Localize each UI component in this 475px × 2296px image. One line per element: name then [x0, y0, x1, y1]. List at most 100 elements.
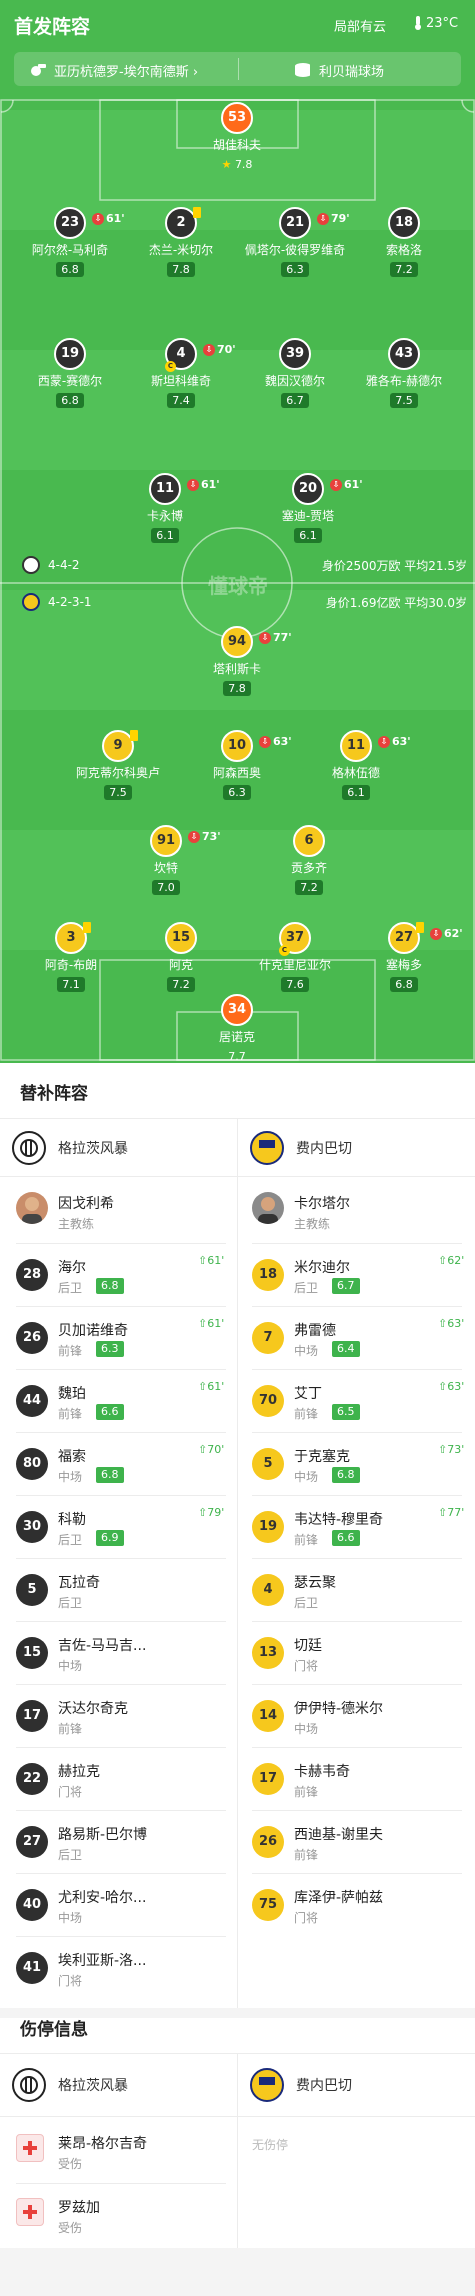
referee-link[interactable]: 亚历杭德罗-埃尔南德斯 ›: [54, 61, 198, 80]
home-sub-row[interactable]: 80 福索 中场 6.8 ⇧70': [16, 1433, 226, 1496]
away-sub-row[interactable]: 14 伊伊特-德米尔 中场: [252, 1685, 462, 1748]
home-player[interactable]: 19 西蒙-赛德尔 6.8: [15, 338, 125, 408]
away-player[interactable]: 6 贡多齐 7.2: [254, 825, 364, 895]
sub-number: 19: [252, 1511, 284, 1543]
away-player-gk[interactable]: 34 居诺克 7.7: [182, 994, 292, 1063]
divider: [238, 58, 239, 80]
home-player[interactable]: 18 索格洛 7.2: [349, 207, 459, 277]
away-sub-row[interactable]: 5 于克塞克 中场 6.8 ⇧73': [252, 1433, 464, 1496]
team-name: 费内巴切: [296, 2078, 352, 2094]
home-player[interactable]: 20 ⇩ 61' 塞迪-贾塔 6.1: [253, 473, 363, 543]
away-sub-row[interactable]: 19 韦达特-穆里奇 前锋 6.6 ⇧77': [252, 1496, 465, 1559]
divider: [16, 1495, 226, 1496]
away-sub-row[interactable]: 70 艾丁 前锋 6.5 ⇧63': [252, 1370, 464, 1433]
home-player[interactable]: 43 雅各布-赫德尔 7.5: [349, 338, 459, 408]
sub-event: ⇩ 79': [317, 205, 350, 233]
divider: [237, 2053, 238, 2248]
away-sub-row[interactable]: 13 切廷 门将: [252, 1622, 462, 1685]
sub-position: 前锋: [294, 1785, 319, 1799]
bottom-gap: [0, 2248, 475, 2296]
away-player[interactable]: 10 ⇩ 63' 阿森西奥 6.3: [182, 730, 292, 800]
away-player[interactable]: 91 ⇩ 73' 坎特 7.0: [111, 825, 221, 895]
away-player[interactable]: 94 ⇩ 77' 塔利斯卡 7.8: [182, 626, 292, 696]
player-rating: 6.7: [281, 393, 309, 408]
subs-home-team: 格拉茨风暴: [12, 1131, 128, 1165]
home-player[interactable]: 2 杰兰-米切尔 7.8: [126, 207, 236, 277]
home-sub-row[interactable]: 27 路易斯-巴尔博 后卫: [16, 1811, 226, 1874]
sub-event: ⇩ 73': [188, 823, 221, 851]
divider: [0, 2116, 475, 2117]
sub-position: 中场: [294, 1344, 319, 1358]
home-sub-row[interactable]: 15 吉佐-马马吉... 中场: [16, 1622, 226, 1685]
away-team-logo-icon: [250, 2068, 284, 2102]
sub-name: 埃利亚斯-洛...: [58, 1953, 147, 1969]
home-formation-row: 4-4-2: [22, 556, 80, 574]
home-sub-row[interactable]: 22 赫拉克 门将: [16, 1748, 226, 1811]
home-sub-row[interactable]: 26 贝加诺维奇 前锋 6.3 ⇧61': [16, 1307, 226, 1370]
sub-event: ⇩ 70': [203, 336, 236, 364]
player-rating: 7.2: [390, 262, 418, 277]
player-rating: 7.1: [57, 977, 85, 992]
crest-icon: [259, 1140, 275, 1156]
stripes-icon: [20, 2076, 38, 2094]
home-sub-row[interactable]: 30 科勒 后卫 6.9 ⇧79': [16, 1496, 226, 1559]
sub-position: 后卫: [58, 1848, 83, 1862]
crest-icon: [259, 2077, 275, 2093]
sub-name: 瓦拉奇: [58, 1575, 100, 1591]
divider: [16, 1810, 226, 1811]
home-sub-row[interactable]: 17 沃达尔奇克 前锋: [16, 1685, 226, 1748]
home-player[interactable]: 11 ⇩ 61' 卡永博 6.1: [110, 473, 220, 543]
divider: [252, 1432, 462, 1433]
star-icon: ★: [221, 158, 232, 171]
sub-out-icon: ⇩: [203, 344, 215, 356]
home-coach[interactable]: 因戈利希 主教练: [16, 1180, 226, 1243]
sub-in-time: ⇧62': [438, 1254, 465, 1267]
away-player[interactable]: 37 C 什克里尼亚尔 7.6: [240, 922, 350, 992]
player-rating: 6.8: [56, 393, 84, 408]
sub-out-icon: ⇩: [378, 736, 390, 748]
sub-name: 贝加诺维奇: [58, 1323, 128, 1339]
player-name: 塞迪-贾塔: [281, 509, 335, 523]
divider: [252, 1558, 462, 1559]
away-sub-row[interactable]: 17 卡赫韦奇 前锋: [252, 1748, 462, 1811]
away-player[interactable]: 9 阿克蒂尔科奥卢 7.5: [63, 730, 173, 800]
sub-name: 瑟云聚: [294, 1575, 336, 1591]
sub-in-time: ⇧61': [198, 1317, 225, 1330]
away-player[interactable]: 11 ⇩ 63' 格林伍德 6.1: [301, 730, 411, 800]
away-formation: 4-2-3-1: [48, 595, 92, 609]
away-player[interactable]: 3 阿奇-布朗 7.1: [16, 922, 126, 992]
away-coach[interactable]: 卡尔塔尔 主教练: [252, 1180, 462, 1243]
home-sub-row[interactable]: 28 海尔 后卫 6.8 ⇧61': [16, 1244, 226, 1307]
home-player[interactable]: 23 ⇩ 61' 阿尔然-马利奇 6.8: [15, 207, 125, 277]
away-player[interactable]: 27 ⇩ 62' 塞梅多 6.8: [349, 922, 463, 992]
coach-avatar: [252, 1192, 284, 1224]
away-sub-row[interactable]: 26 西迪基-谢里夫 前锋: [252, 1811, 462, 1874]
player-name: 格林伍德: [331, 766, 380, 780]
injury-item[interactable]: 罗兹加 受伤: [16, 2184, 226, 2247]
home-sub-row[interactable]: 41 埃利亚斯-洛... 门将: [16, 1937, 226, 2000]
home-player-gk[interactable]: 53 胡佳科夫 ★ 7.8: [182, 102, 292, 172]
player-number: 4: [176, 346, 186, 361]
sub-in-icon: ⇧: [198, 1380, 208, 1393]
away-sub-row[interactable]: 18 米尔迪尔 后卫 6.7 ⇧62': [252, 1244, 465, 1307]
injury-item[interactable]: 莱昂-格尔吉奇 受伤: [16, 2120, 226, 2183]
injury-status: 受伤: [58, 2221, 83, 2235]
sub-position: 后卫: [58, 1281, 83, 1295]
home-sub-row[interactable]: 5 瓦拉奇 后卫: [16, 1559, 226, 1622]
home-player[interactable]: 4 ⇩ 70' C 斯坦科维奇 7.4: [126, 338, 236, 408]
away-sub-row[interactable]: 4 瑟云聚 后卫: [252, 1559, 462, 1622]
watermark: 懂球帝: [208, 574, 268, 598]
away-player[interactable]: 15 阿克 7.2: [126, 922, 236, 992]
coach-name: 卡尔塔尔: [294, 1196, 350, 1212]
home-player[interactable]: 21 ⇩ 79' 佩塔尔-彼得罗维奇 6.3: [240, 207, 350, 277]
home-player[interactable]: 39 魏因汉德尔 6.7: [240, 338, 350, 408]
player-number: 9: [113, 738, 123, 753]
home-sub-row[interactable]: 40 尤利安-哈尔... 中场: [16, 1874, 226, 1937]
chevron-right-icon: ›: [192, 65, 199, 80]
divider: [16, 1558, 226, 1559]
sub-in-time: ⇧77': [438, 1506, 465, 1519]
away-sub-row[interactable]: 7 弗雷德 中场 6.4 ⇧63': [252, 1307, 464, 1370]
away-sub-row[interactable]: 75 库泽伊-萨帕兹 门将: [252, 1874, 462, 1937]
player-name: 贡多齐: [290, 861, 327, 875]
home-sub-row[interactable]: 44 魏珀 前锋 6.6 ⇧61': [16, 1370, 226, 1433]
